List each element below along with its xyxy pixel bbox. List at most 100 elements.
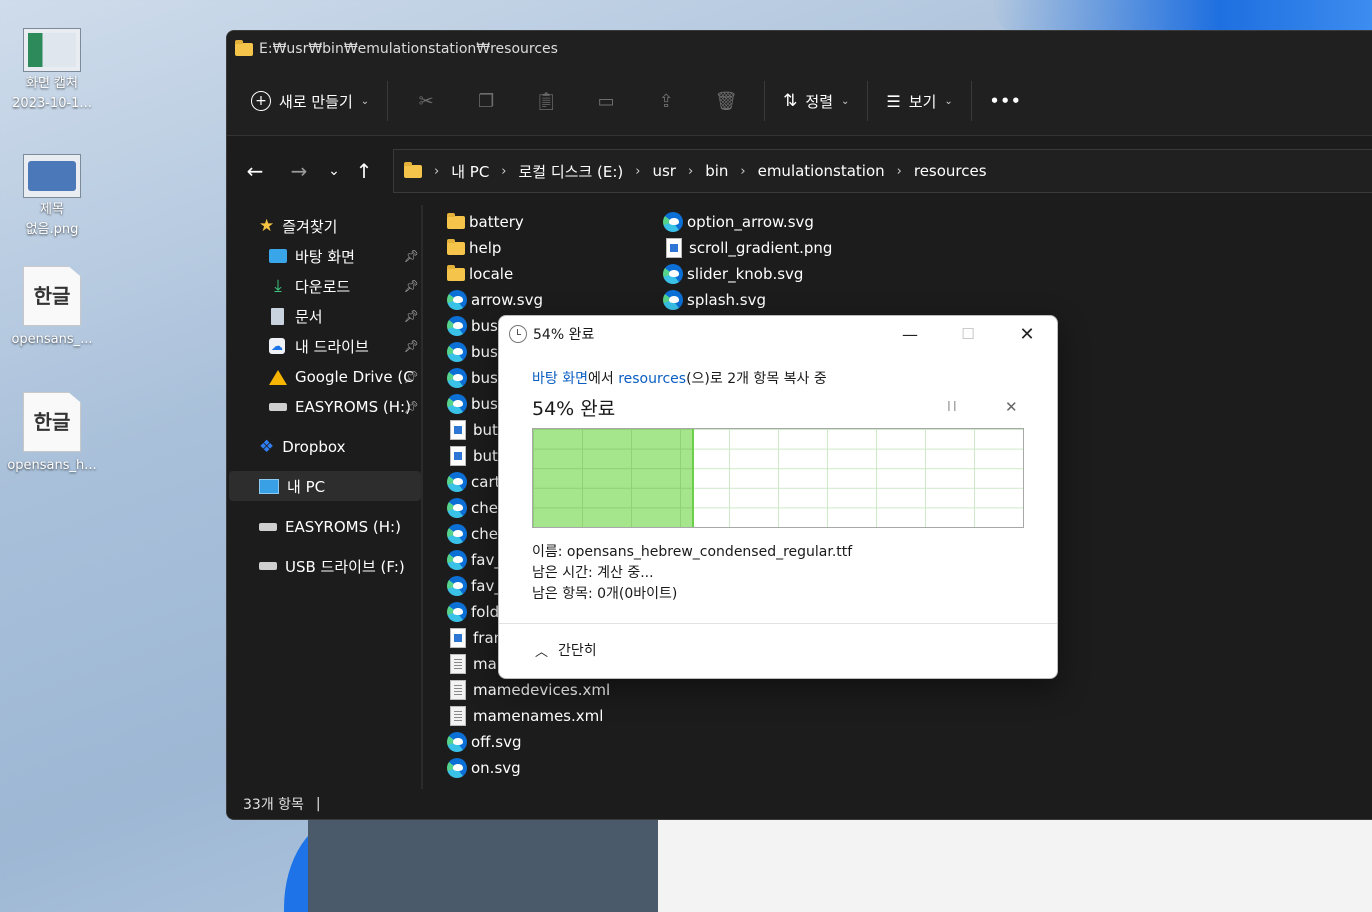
file-item[interactable]: mamedevices.xml	[447, 677, 610, 703]
desktop-icon-hwp-2[interactable]: 한글 opensans_h...	[4, 392, 100, 476]
file-name: off.svg	[471, 733, 522, 751]
sort-button[interactable]: ⇅ 정렬 ⌄	[773, 81, 859, 121]
sidebar-item-label: Dropbox	[282, 438, 346, 456]
collapse-details-button[interactable]: ︿ 간단히	[535, 640, 597, 660]
paste-icon[interactable]: 📋︎	[526, 81, 566, 121]
sidebar-item-documents[interactable]: 문서 📌︎	[269, 301, 419, 331]
back-arrow-icon[interactable]: ←	[235, 151, 275, 191]
chevron-down-icon: ⌄	[360, 95, 370, 107]
breadcrumb-item[interactable]: emulationstation	[758, 162, 885, 180]
source-suffix: 에서	[587, 371, 619, 387]
folder-icon	[235, 39, 253, 56]
items-remaining-line: 남은 항목: 0개(0바이트)	[532, 586, 678, 602]
folder-icon	[447, 238, 465, 255]
file-item[interactable]: butt	[447, 443, 504, 469]
view-label: 보기	[908, 92, 937, 111]
desktop-icon-image[interactable]: 제목 없음.png	[4, 154, 100, 240]
more-options-button[interactable]: •••	[980, 81, 1032, 121]
title-bar[interactable]: E:₩usr₩bin₩emulationstation₩resources	[227, 31, 1372, 67]
view-button[interactable]: ☰ 보기 ⌄	[876, 81, 962, 121]
toolbar-divider	[387, 81, 389, 121]
plus-circle-icon: +	[251, 91, 271, 111]
desktop-icon-hwp-1[interactable]: 한글 opensans_...	[4, 266, 100, 350]
pin-icon: 📌︎	[403, 400, 419, 414]
hwp-document-icon: 한글	[23, 392, 81, 452]
file-item[interactable]: slider_knob.svg	[663, 261, 803, 287]
status-separator: |	[315, 796, 321, 812]
edge-svg-icon	[447, 758, 467, 778]
edge-svg-icon	[447, 576, 467, 596]
edge-svg-icon	[663, 290, 683, 310]
file-item[interactable]: fav_	[447, 573, 502, 599]
file-item[interactable]: fav_	[447, 547, 502, 573]
file-item[interactable]: battery	[447, 209, 524, 235]
sidebar-item-usb[interactable]: USB 드라이브 (F:)	[259, 551, 405, 581]
new-label: 새로 만들기	[279, 92, 353, 111]
file-item[interactable]: scroll_gradient.png	[663, 235, 832, 261]
up-arrow-icon[interactable]: ↑	[349, 151, 379, 191]
file-item[interactable]: option_arrow.svg	[663, 209, 814, 235]
file-item[interactable]: butt	[447, 417, 504, 443]
edge-svg-icon	[663, 264, 683, 284]
rename-icon[interactable]: ▭	[586, 81, 626, 121]
forward-arrow-icon[interactable]: →	[279, 151, 319, 191]
sidebar-item-my-drive[interactable]: ☁ 내 드라이브 📌︎	[269, 331, 419, 361]
minimize-button[interactable]: —	[881, 316, 939, 352]
sidebar-item-dropbox[interactable]: ❖ Dropbox	[259, 432, 345, 462]
image-file-icon	[450, 628, 466, 648]
sort-icon: ⇅	[783, 91, 798, 111]
file-name: option_arrow.svg	[687, 213, 814, 231]
sidebar-item-downloads[interactable]: ⤓ 다운로드 📌︎	[269, 271, 419, 301]
sidebar-item-easyroms-pinned[interactable]: EASYROMS (H:) 📌︎	[269, 392, 419, 422]
sidebar-item-google-drive[interactable]: Google Drive (C 📌︎	[269, 362, 419, 392]
navigation-pane: ★ 즐겨찾기 바탕 화면 📌︎ ⤓ 다운로드 📌︎ 문서 📌︎ ☁ 내 드라이브…	[227, 205, 423, 785]
file-item[interactable]: help	[447, 235, 501, 261]
pause-icon[interactable]: II	[947, 400, 959, 415]
clock-icon	[509, 325, 527, 343]
share-icon[interactable]: ⇪	[646, 81, 686, 121]
breadcrumb-item[interactable]: 로컬 디스크 (E:)	[519, 161, 624, 182]
pin-icon: 📌︎	[403, 249, 419, 263]
file-item[interactable]: off.svg	[447, 729, 522, 755]
breadcrumb-item[interactable]: bin	[705, 162, 728, 180]
close-button[interactable]: ✕	[998, 316, 1056, 352]
google-drive-icon	[269, 369, 287, 385]
breadcrumb-item[interactable]: resources	[914, 162, 987, 180]
breadcrumb-item[interactable]: 내 PC	[451, 161, 489, 182]
navigation-scrollbar[interactable]	[421, 205, 423, 789]
time-remaining-line: 남은 시간: 계산 중...	[532, 565, 654, 581]
destination-link[interactable]: resources	[618, 371, 686, 387]
source-link[interactable]: 바탕 화면	[532, 371, 588, 387]
maximize-button[interactable]: ☐	[939, 316, 997, 352]
view-list-icon: ☰	[886, 91, 901, 111]
cut-icon[interactable]: ✂	[406, 81, 446, 121]
edge-svg-icon	[447, 498, 467, 518]
cancel-icon[interactable]: ✕	[1005, 398, 1018, 416]
file-item[interactable]: on.svg	[447, 755, 521, 781]
file-name: scroll_gradient.png	[689, 239, 833, 257]
sidebar-item-desktop[interactable]: 바탕 화면 📌︎	[269, 241, 419, 271]
delete-icon[interactable]: 🗑︎	[706, 81, 746, 121]
breadcrumb-item[interactable]: usr	[652, 162, 676, 180]
sidebar-item-this-pc[interactable]: 내 PC	[259, 471, 325, 501]
command-bar: + 새로 만들기 ⌄ ✂ ❐ 📋︎ ▭ ⇪ 🗑︎ ⇅ 정렬 ⌄ ☰ 보기 ⌄ •…	[227, 67, 1372, 136]
file-item[interactable]: fold	[447, 599, 499, 625]
copy-description: 바탕 화면에서 resources(으)로 2개 항목 복사 중	[532, 368, 827, 388]
recent-locations-chevron-icon[interactable]: ⌄	[319, 151, 349, 191]
desktop-icon	[269, 249, 287, 263]
file-name: mamedevices.xml	[473, 681, 611, 699]
sidebar-item-label: EASYROMS (H:)	[285, 518, 401, 536]
file-item[interactable]: splash.svg	[663, 287, 766, 313]
copy-icon[interactable]: ❐	[466, 81, 506, 121]
sidebar-item-easyroms[interactable]: EASYROMS (H:)	[259, 512, 401, 542]
desktop-icon-screenshot[interactable]: 화면 캡처 2023-10-1...	[4, 28, 100, 114]
address-bar[interactable]: › 내 PC › 로컬 디스크 (E:) › usr › bin › emula…	[393, 149, 1372, 193]
file-item[interactable]: arrow.svg	[447, 287, 543, 313]
new-button[interactable]: + 새로 만들기 ⌄	[241, 81, 379, 121]
dialog-title: 54% 완료	[533, 327, 595, 343]
file-item[interactable]: locale	[447, 261, 513, 287]
file-item[interactable]: mamenames.xml	[447, 703, 603, 729]
sidebar-item-favorites[interactable]: ★ 즐겨찾기	[259, 211, 337, 241]
breadcrumb-separator-icon: ›	[740, 163, 746, 179]
download-icon: ⤓	[274, 276, 282, 296]
